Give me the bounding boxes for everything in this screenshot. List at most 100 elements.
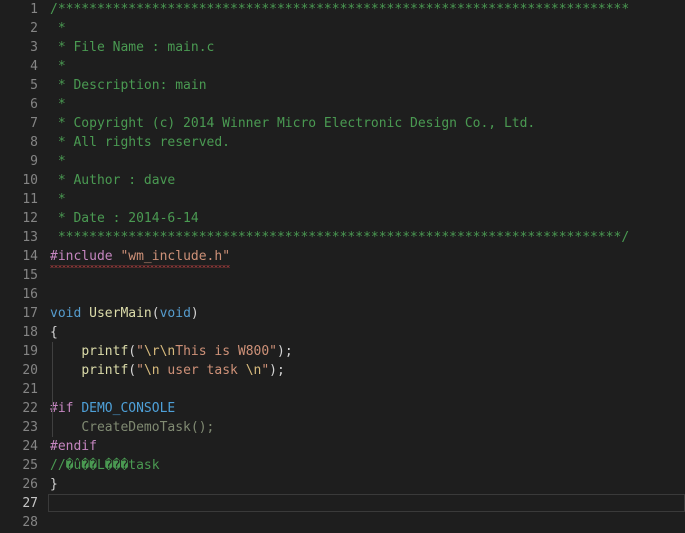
- editor-line[interactable]: 19 printf("\r\nThis is W800");: [0, 342, 685, 361]
- line-number: 14: [22, 249, 38, 264]
- editor-line[interactable]: 24 #endif: [0, 437, 685, 456]
- editor-line[interactable]: 23 CreateDemoTask();: [0, 418, 685, 437]
- quote-close: ": [269, 344, 277, 359]
- line-number: 6: [30, 97, 38, 112]
- line-number: 18: [22, 325, 38, 340]
- string-literal-text: This is W800: [175, 344, 270, 359]
- line-content: *: [50, 59, 66, 74]
- include-header-path: "wm_include.h": [120, 249, 231, 264]
- editor-line[interactable]: 4 *: [0, 57, 685, 76]
- line-number: 22: [22, 401, 38, 416]
- editor-line[interactable]: 10 * Author : dave: [0, 171, 685, 190]
- line-content: [50, 380, 685, 399]
- line-content: [50, 494, 685, 513]
- line-content: [50, 266, 685, 285]
- line-number: 17: [22, 306, 38, 321]
- line-content: /***************************************…: [50, 2, 630, 17]
- editor-line[interactable]: 1 /*************************************…: [0, 0, 685, 19]
- semicolon: ;: [277, 363, 285, 378]
- line-content: //�û��L���task: [50, 458, 160, 473]
- editor-line[interactable]: 9 *: [0, 152, 685, 171]
- editor-line[interactable]: 6 *: [0, 95, 685, 114]
- line-number: 27: [22, 496, 38, 511]
- keyword-void-param: void: [159, 306, 191, 321]
- macro-name-demo-console: DEMO_CONSOLE: [81, 401, 176, 416]
- line-number: 25: [22, 458, 38, 473]
- function-name-usermain: UserMain: [89, 306, 152, 321]
- editor-line[interactable]: 25 //�û��L���task: [0, 456, 685, 475]
- function-call-printf: printf: [81, 344, 129, 359]
- line-content: printf("\n user task \n");: [50, 361, 685, 380]
- editor-line[interactable]: 5 * Description: main: [0, 76, 685, 95]
- line-content: printf("\r\nThis is W800");: [50, 342, 685, 361]
- editor-line[interactable]: 14 #include "wm_include.h": [0, 247, 685, 266]
- paren-open: (: [128, 344, 137, 359]
- editor-line[interactable]: 21: [0, 380, 685, 399]
- line-content: *: [50, 154, 66, 169]
- editor-line[interactable]: 13 *************************************…: [0, 228, 685, 247]
- line-number: 24: [22, 439, 38, 454]
- paren-open: (: [128, 363, 137, 378]
- indent-guide: [52, 342, 53, 437]
- line-content: #include "wm_include.h": [50, 247, 685, 266]
- line-number: 12: [22, 211, 38, 226]
- line-number: 9: [30, 154, 38, 169]
- editor-line[interactable]: 26 }: [0, 475, 685, 494]
- escape-newline-trailing: \n: [245, 363, 262, 378]
- editor-line[interactable]: 7 * Copyright (c) 2014 Winner Micro Elec…: [0, 114, 685, 133]
- line-content: *: [50, 21, 66, 36]
- paren-close: ): [269, 363, 277, 378]
- line-number: 4: [30, 59, 38, 74]
- line-number: 26: [22, 477, 38, 492]
- line-number: 2: [30, 21, 38, 36]
- line-content: * File Name : main.c: [50, 40, 215, 55]
- line-number: 11: [22, 192, 38, 207]
- editor-line[interactable]: 18 {: [0, 323, 685, 342]
- line-content: CreateDemoTask();: [50, 418, 685, 437]
- semicolon: ;: [284, 344, 293, 359]
- line-content: {: [50, 325, 58, 340]
- editor-line[interactable]: 22 #if DEMO_CONSOLE: [0, 399, 685, 418]
- editor-line[interactable]: 11 *: [0, 190, 685, 209]
- editor-line[interactable]: 17 void UserMain(void): [0, 304, 685, 323]
- line-content: *: [50, 97, 66, 112]
- line-content: * Description: main: [50, 78, 207, 93]
- line-number: 3: [30, 40, 38, 55]
- editor-line[interactable]: 15: [0, 266, 685, 285]
- line-number: 28: [22, 515, 38, 530]
- line-content: void UserMain(void): [50, 304, 685, 323]
- quote-open: ": [136, 344, 144, 359]
- line-number: 19: [22, 344, 38, 359]
- editor-line[interactable]: 28: [0, 513, 685, 532]
- escape-newline: \n: [159, 344, 176, 359]
- line-content: * Date : 2014-6-14: [50, 211, 199, 226]
- line-content: ****************************************…: [50, 230, 630, 245]
- paren-open: (: [151, 306, 160, 321]
- error-squiggle-underline: #include "wm_include.h": [50, 247, 231, 268]
- line-content: * Author : dave: [50, 173, 176, 188]
- function-call-printf: printf: [81, 363, 129, 378]
- line-content: *: [50, 192, 66, 207]
- editor-line[interactable]: 3 * File Name : main.c: [0, 38, 685, 57]
- code-editor[interactable]: 1 /*************************************…: [0, 0, 685, 533]
- quote-open: ": [136, 363, 144, 378]
- editor-line[interactable]: 20 printf("\n user task \n");: [0, 361, 685, 380]
- line-number: 8: [30, 135, 38, 150]
- preprocessor-directive: #include: [50, 249, 113, 264]
- editor-line[interactable]: 12 * Date : 2014-6-14: [0, 209, 685, 228]
- line-number: 13: [22, 230, 38, 245]
- line-content: #if DEMO_CONSOLE: [50, 399, 685, 418]
- escape-newline-leading: \n: [143, 363, 160, 378]
- editor-line[interactable]: 16: [0, 285, 685, 304]
- paren-close: ): [277, 344, 285, 359]
- editor-line[interactable]: 8 * All rights reserved.: [0, 133, 685, 152]
- editor-line-active[interactable]: 27: [0, 494, 685, 513]
- line-number: 20: [22, 363, 38, 378]
- line-content: [50, 285, 685, 304]
- keyword-void-return: void: [50, 306, 82, 321]
- editor-line[interactable]: 2 *: [0, 19, 685, 38]
- line-number: 10: [22, 173, 38, 188]
- line-number: 21: [22, 382, 38, 397]
